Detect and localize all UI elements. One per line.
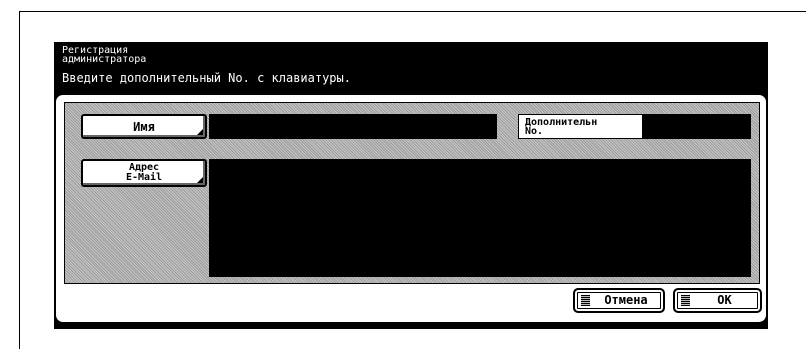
cancel-button[interactable]: Отмена — [573, 288, 665, 313]
name-field[interactable] — [209, 114, 497, 139]
button-marker-icon — [681, 295, 690, 306]
registration-panel: Имя Дополнительн No. Адрес E-Mail Отмена — [54, 93, 768, 324]
extension-label: Дополнительн No. — [518, 114, 643, 139]
email-button-label: Адрес E-Mail — [125, 162, 163, 183]
ok-button-label: OK — [717, 293, 732, 307]
extension-field[interactable] — [643, 114, 751, 139]
corner-indicator-icon — [197, 177, 203, 183]
screen-title: Регистрация администратора — [62, 45, 147, 65]
name-button-label: Имя — [133, 120, 155, 134]
form-area: Имя Дополнительн No. Адрес E-Mail — [64, 102, 760, 284]
name-button[interactable]: Имя — [81, 114, 207, 139]
device-screen: Регистрация администратора Введите допол… — [54, 42, 768, 329]
email-field[interactable] — [209, 159, 751, 277]
ok-button[interactable]: OK — [673, 288, 762, 313]
cancel-button-label: Отмена — [604, 293, 648, 307]
corner-indicator-icon — [197, 129, 203, 135]
instruction-text: Введите дополнительный No. с клавиатуры. — [62, 71, 351, 85]
email-button[interactable]: Адрес E-Mail — [81, 159, 207, 187]
button-marker-icon — [581, 295, 590, 306]
